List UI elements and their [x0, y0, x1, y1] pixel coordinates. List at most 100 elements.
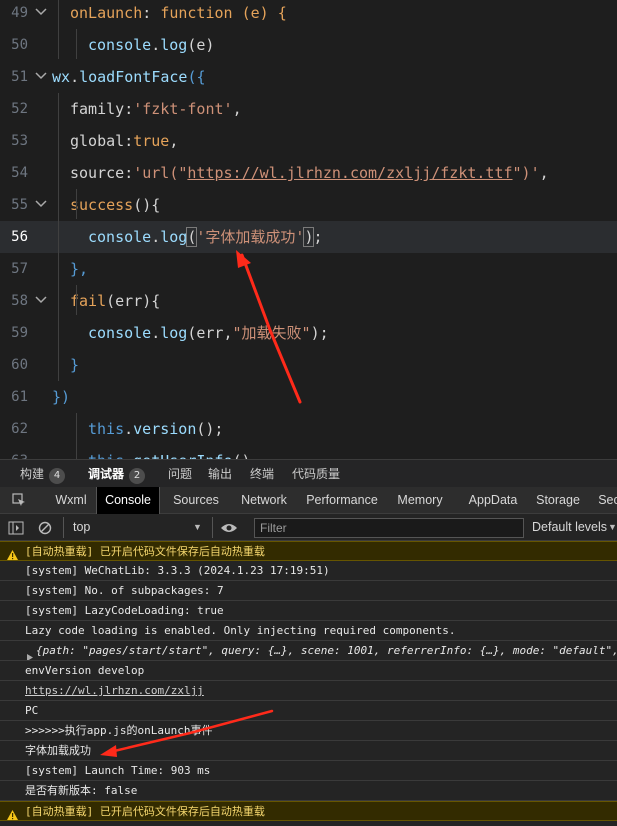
console-message: 字体加载成功 — [0, 741, 617, 761]
context-select[interactable]: top — [73, 514, 90, 541]
panel-tab[interactable]: 终端 — [250, 460, 274, 488]
filter-input[interactable] — [254, 518, 524, 538]
code-line[interactable]: 63 this.getUserInfo() — [0, 445, 617, 459]
code-token: . — [151, 324, 161, 342]
fold-chevron-icon[interactable] — [35, 189, 47, 221]
panel-tab[interactable]: 调试器 2 — [88, 460, 146, 488]
code-token: version — [133, 420, 197, 438]
console-message-text: [system] LazyCodeLoading: true — [25, 604, 224, 617]
code-line[interactable]: 51 wx.loadFontFace({ — [0, 61, 617, 93]
code-line[interactable]: 53 global:true, — [0, 125, 617, 157]
code-editor[interactable]: 49 onLaunch: function (e) {50 console.log(… — [0, 0, 617, 459]
code-text: source:'url("https://wl.jlrhzn.com/zxljj… — [70, 157, 549, 189]
code-token: '字体加载成功' — [196, 228, 305, 246]
panel-tab[interactable]: 代码质量 — [292, 460, 340, 488]
live-expression-eye-icon[interactable] — [220, 514, 240, 541]
warning-icon — [7, 547, 18, 560]
fold-chevron-icon[interactable] — [35, 0, 47, 29]
console-message-text: 是否有新版本: false — [25, 784, 138, 797]
code-text: }, — [70, 253, 88, 285]
code-token: log — [160, 36, 188, 54]
console-message-text: PC — [25, 704, 39, 717]
code-text: success(){ — [70, 189, 160, 221]
code-line[interactable]: 50 console.log(e) — [0, 29, 617, 61]
console-message-text: [system] WeChatLib: 3.3.3 (2024.1.23 17:… — [25, 564, 330, 577]
console-warning: [自动热重载] 已开启代码文件保存后自动热重载 — [0, 801, 617, 821]
inspect-element-icon[interactable] — [10, 487, 30, 514]
code-token: : — [142, 4, 161, 22]
code-token: (); — [196, 420, 224, 438]
devtools-tab-storage[interactable]: Storage — [528, 487, 588, 514]
devtools-tab-wxml[interactable]: Wxml — [46, 487, 96, 514]
devtools-tab-appdata[interactable]: AppData — [458, 487, 528, 514]
code-line[interactable]: 52 family:'fzkt-font', — [0, 93, 617, 125]
fold-chevron-icon[interactable] — [35, 61, 47, 93]
console-message: Lazy code loading is enabled. Only injec… — [0, 621, 617, 641]
log-levels-dropdown[interactable]: Default levels — [532, 514, 607, 541]
panel-tab[interactable]: 构建 4 — [20, 460, 66, 488]
code-line[interactable]: 54 source:'url("https://wl.jlrhzn.com/zxl… — [0, 157, 617, 189]
code-token: (e) — [187, 36, 215, 54]
code-text: wx.loadFontFace({ — [52, 61, 206, 93]
code-line[interactable]: 55 success(){ — [0, 189, 617, 221]
console-message: 是否有新版本: false — [0, 781, 617, 801]
code-token: ); — [310, 324, 329, 342]
console-output[interactable]: [自动热重载] 已开启代码文件保存后自动热重载 [system] WeChatLi… — [0, 541, 617, 826]
panel-tab-badge: 4 — [49, 468, 66, 484]
console-warning: [自动热重载] 已开启代码文件保存后自动热重载 — [0, 541, 617, 561]
code-line[interactable]: 61}) — [0, 381, 617, 413]
code-token: loadFontFace — [79, 68, 188, 86]
code-token: getUserInfo — [133, 452, 232, 459]
panel-tab-label: 输出 — [208, 467, 233, 481]
warning-icon — [7, 807, 18, 820]
panel-tab-label: 终端 — [250, 467, 275, 481]
devtools-tab-memory[interactable]: Memory — [390, 487, 450, 514]
line-number: 61 — [11, 389, 28, 405]
code-token: : — [124, 100, 134, 118]
console-message: [system] WeChatLib: 3.3.3 (2024.1.23 17:… — [0, 561, 617, 581]
devtools-tab-network[interactable]: Network — [232, 487, 296, 514]
console-message[interactable]: https://wl.jlrhzn.com/zxljj — [0, 681, 617, 701]
code-text: console.log(e) — [88, 29, 214, 61]
code-text: console.log('字体加载成功'); — [88, 221, 323, 253]
devtools-tab-sources[interactable]: Sources — [166, 487, 226, 514]
line-number: 54 — [11, 165, 28, 181]
devtools-tab-sec[interactable]: Sec — [594, 487, 617, 514]
sidebar-toggle-icon[interactable] — [8, 514, 26, 541]
code-line[interactable]: 57}, — [0, 253, 617, 285]
panel-tab[interactable]: 输出 — [208, 460, 232, 488]
code-line[interactable]: 56 console.log('字体加载成功'); — [0, 221, 617, 253]
code-line[interactable]: 58 fail(err){ — [0, 285, 617, 317]
code-line[interactable]: 49 onLaunch: function (e) { — [0, 0, 617, 29]
code-text: console.log(err,"加载失败"); — [88, 317, 329, 349]
fold-chevron-icon[interactable] — [35, 285, 47, 317]
code-token: console — [88, 324, 152, 342]
line-number: 53 — [11, 133, 28, 149]
code-token: "加载失败" — [232, 324, 311, 342]
console-message-text: [自动热重载] 已开启代码文件保存后自动热重载 — [25, 545, 265, 558]
console-message-text[interactable]: https://wl.jlrhzn.com/zxljj — [25, 684, 204, 697]
devtools-tab-console[interactable]: Console — [96, 487, 160, 514]
code-token: console — [88, 36, 152, 54]
clear-console-icon[interactable] — [38, 514, 56, 541]
code-text: this.getUserInfo() — [88, 445, 251, 459]
code-line[interactable]: 62 this.version(); — [0, 413, 617, 445]
context-dropdown-icon[interactable]: ▼ — [193, 514, 202, 541]
line-number: 57 — [11, 261, 28, 277]
line-number: 49 — [11, 5, 28, 21]
code-token: function — [160, 4, 233, 22]
code-token: https://wl.jlrhzn.com/zxljj/fzkt.ttf — [187, 164, 513, 182]
code-token: success — [70, 196, 134, 214]
code-token: , — [539, 164, 549, 182]
code-token: 'fzkt-font' — [133, 100, 233, 118]
line-number: 55 — [11, 197, 28, 213]
code-token: () — [233, 452, 251, 459]
log-levels-chevron-icon[interactable]: ▼ — [608, 514, 617, 541]
expand-triangle-icon[interactable] — [27, 648, 33, 660]
indent-guide — [76, 29, 77, 59]
code-line[interactable]: 60} — [0, 349, 617, 381]
console-message[interactable]: {path: "pages/start/start", query: {…}, … — [0, 641, 617, 661]
code-line[interactable]: 59 console.log(err,"加载失败"); — [0, 317, 617, 349]
panel-tab[interactable]: 问题 — [168, 460, 192, 488]
devtools-tab-performance[interactable]: Performance — [300, 487, 384, 514]
